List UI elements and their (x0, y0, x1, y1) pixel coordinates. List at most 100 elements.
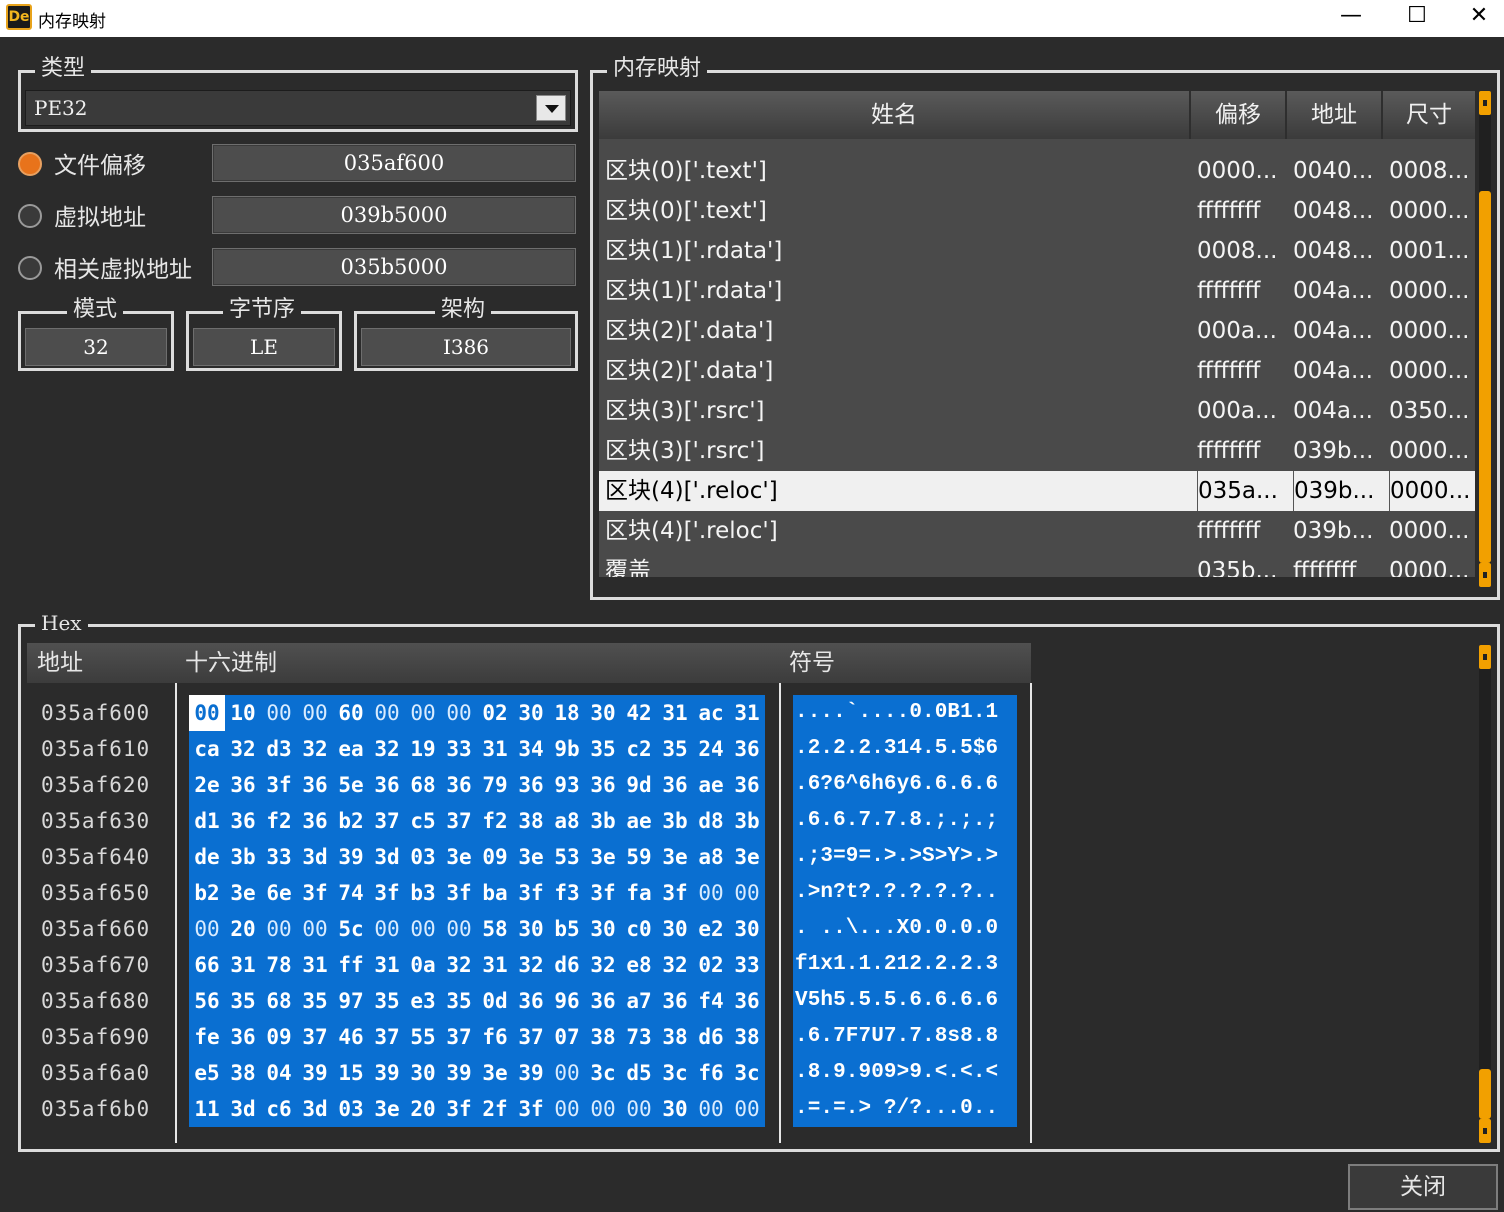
hex-byte[interactable]: 00 (693, 1091, 729, 1127)
hex-byte[interactable]: d6 (693, 1019, 729, 1055)
hex-byte[interactable]: 00 (261, 695, 297, 731)
hex-byte[interactable]: 36 (225, 803, 261, 839)
hex-byte[interactable]: 9b (549, 731, 585, 767)
hex-byte[interactable]: 04 (261, 1055, 297, 1091)
hex-bytes-row[interactable]: 56 35 68 35 97 35 e3 35 0d 36 96 36 a7 36 f4 36 (189, 983, 765, 1019)
column-header-size[interactable]: 尺寸 (1383, 91, 1475, 139)
hex-symbol-row[interactable]: .2.2.2.314.5.5$6 (793, 731, 1017, 767)
hex-byte[interactable]: f4 (693, 983, 729, 1019)
hex-byte[interactable]: 78 (261, 947, 297, 983)
hex-byte[interactable]: 34 (513, 731, 549, 767)
file-offset-field[interactable]: 035af600 (212, 144, 576, 182)
column-header-name[interactable]: 姓名 (599, 91, 1191, 139)
hex-byte[interactable]: 0d (477, 983, 513, 1019)
hex-byte[interactable]: 30 (513, 911, 549, 947)
hex-byte[interactable]: 00 (441, 911, 477, 947)
hex-byte[interactable]: 36 (657, 767, 693, 803)
hex-bytes-row[interactable]: b2 3e 6e 3f 74 3f b3 3f ba 3f f3 3f fa 3f 00 00 (189, 875, 765, 911)
hex-byte[interactable]: b2 (333, 803, 369, 839)
hex-byte[interactable]: 00 (369, 911, 405, 947)
virtual-address-label[interactable]: 虚拟地址 (54, 198, 146, 232)
hex-byte[interactable]: 31 (477, 947, 513, 983)
hex-byte[interactable]: 32 (585, 947, 621, 983)
hex-byte[interactable]: 39 (441, 1055, 477, 1091)
hex-scroll-thumb[interactable] (1479, 1069, 1491, 1119)
file-offset-label[interactable]: 文件偏移 (54, 146, 146, 180)
hex-byte[interactable]: 30 (405, 1055, 441, 1091)
hex-byte[interactable]: 33 (729, 947, 765, 983)
hex-scroll-up-icon[interactable] (1479, 645, 1491, 669)
hex-byte[interactable]: e2 (693, 911, 729, 947)
hex-byte[interactable]: 19 (405, 731, 441, 767)
hex-byte[interactable]: 00 (729, 1091, 765, 1127)
table-row[interactable]: 区块(2)['.data'] ffffffff 004a... 0000... (599, 351, 1475, 391)
hex-byte[interactable]: 11 (189, 1091, 225, 1127)
hex-byte[interactable]: c0 (621, 911, 657, 947)
relative-virtual-address-field[interactable]: 035b5000 (212, 248, 576, 286)
hex-byte[interactable]: 60 (333, 695, 369, 731)
hex-byte[interactable]: 38 (657, 1019, 693, 1055)
hex-bytes-row[interactable]: e5 38 04 39 15 39 30 39 3e 39 00 3c d5 3c f6 3c (189, 1055, 765, 1091)
hex-bytes-row[interactable]: 11 3d c6 3d 03 3e 20 3f 2f 3f 00 00 00 30 00 00 (189, 1091, 765, 1127)
hex-byte[interactable]: 3e (513, 839, 549, 875)
hex-byte[interactable]: 3e (441, 839, 477, 875)
hex-byte[interactable]: d6 (549, 947, 585, 983)
hex-byte[interactable]: 36 (225, 1019, 261, 1055)
table-row[interactable]: 区块(3)['.rsrc'] 000a... 004a... 0350... (599, 391, 1475, 431)
hex-byte[interactable]: 00 (441, 695, 477, 731)
hex-byte[interactable]: 20 (225, 911, 261, 947)
hex-byte[interactable]: 42 (621, 695, 657, 731)
hex-byte[interactable]: 39 (369, 1055, 405, 1091)
hex-byte[interactable]: 3f (441, 1091, 477, 1127)
hex-byte[interactable]: 3b (585, 803, 621, 839)
hex-bytes-row[interactable]: 2e 36 3f 36 5e 36 68 36 79 36 93 36 9d 36 ae 36 (189, 767, 765, 803)
hex-byte[interactable]: 35 (297, 983, 333, 1019)
hex-byte[interactable]: 30 (729, 911, 765, 947)
hex-byte[interactable]: f3 (549, 875, 585, 911)
hex-byte[interactable]: 3d (369, 839, 405, 875)
window-close-button[interactable]: ✕ (1448, 0, 1504, 37)
hex-byte[interactable]: 00 (549, 1091, 585, 1127)
hex-byte[interactable]: 9d (621, 767, 657, 803)
table-row[interactable]: 区块(4)['.reloc'] ffffffff 039b... 0000... (599, 511, 1475, 551)
hex-byte[interactable]: 30 (585, 695, 621, 731)
hex-byte[interactable]: ac (693, 695, 729, 731)
hex-byte[interactable]: 31 (369, 947, 405, 983)
hex-byte[interactable]: 58 (477, 911, 513, 947)
hex-byte[interactable]: 3e (729, 839, 765, 875)
hex-byte[interactable]: 5c (333, 911, 369, 947)
hex-byte[interactable]: 56 (189, 983, 225, 1019)
hex-byte[interactable]: 97 (333, 983, 369, 1019)
relative-virtual-address-radio[interactable] (18, 256, 42, 280)
hex-byte[interactable]: 36 (657, 983, 693, 1019)
hex-byte[interactable]: 5e (333, 767, 369, 803)
hex-byte[interactable]: b5 (549, 911, 585, 947)
hex-byte[interactable]: 3f (657, 875, 693, 911)
hex-byte[interactable]: 3f (369, 875, 405, 911)
table-row[interactable]: 区块(4)['.reloc'] 035a... 039b... 0000... (599, 471, 1475, 511)
hex-byte[interactable]: 38 (225, 1055, 261, 1091)
hex-byte[interactable]: f6 (477, 1019, 513, 1055)
hex-symbol-row[interactable]: .6.6.7.7.8.;.;.; (793, 803, 1017, 839)
hex-scrollbar[interactable] (1479, 645, 1491, 1143)
hex-byte[interactable]: 53 (549, 839, 585, 875)
hex-byte[interactable]: 03 (405, 839, 441, 875)
hex-byte[interactable]: 3b (657, 803, 693, 839)
hex-byte[interactable]: fe (189, 1019, 225, 1055)
hex-byte[interactable]: 93 (549, 767, 585, 803)
hex-byte[interactable]: 33 (441, 731, 477, 767)
mode-field[interactable]: 32 (25, 328, 167, 366)
hex-byte[interactable]: b2 (189, 875, 225, 911)
hex-byte[interactable]: 00 (729, 875, 765, 911)
scroll-down-icon[interactable] (1479, 563, 1491, 587)
hex-byte[interactable]: a8 (693, 839, 729, 875)
hex-byte[interactable]: 37 (441, 803, 477, 839)
file-offset-radio[interactable] (18, 152, 42, 176)
hex-symbol-row[interactable]: .=.=.> ?/?...0.. (793, 1091, 1017, 1127)
hex-byte[interactable]: 09 (477, 839, 513, 875)
hex-byte[interactable]: 00 (261, 911, 297, 947)
hex-byte[interactable]: c2 (621, 731, 657, 767)
hex-byte[interactable]: 36 (729, 767, 765, 803)
hex-byte[interactable]: e3 (405, 983, 441, 1019)
hex-byte[interactable]: 37 (369, 803, 405, 839)
